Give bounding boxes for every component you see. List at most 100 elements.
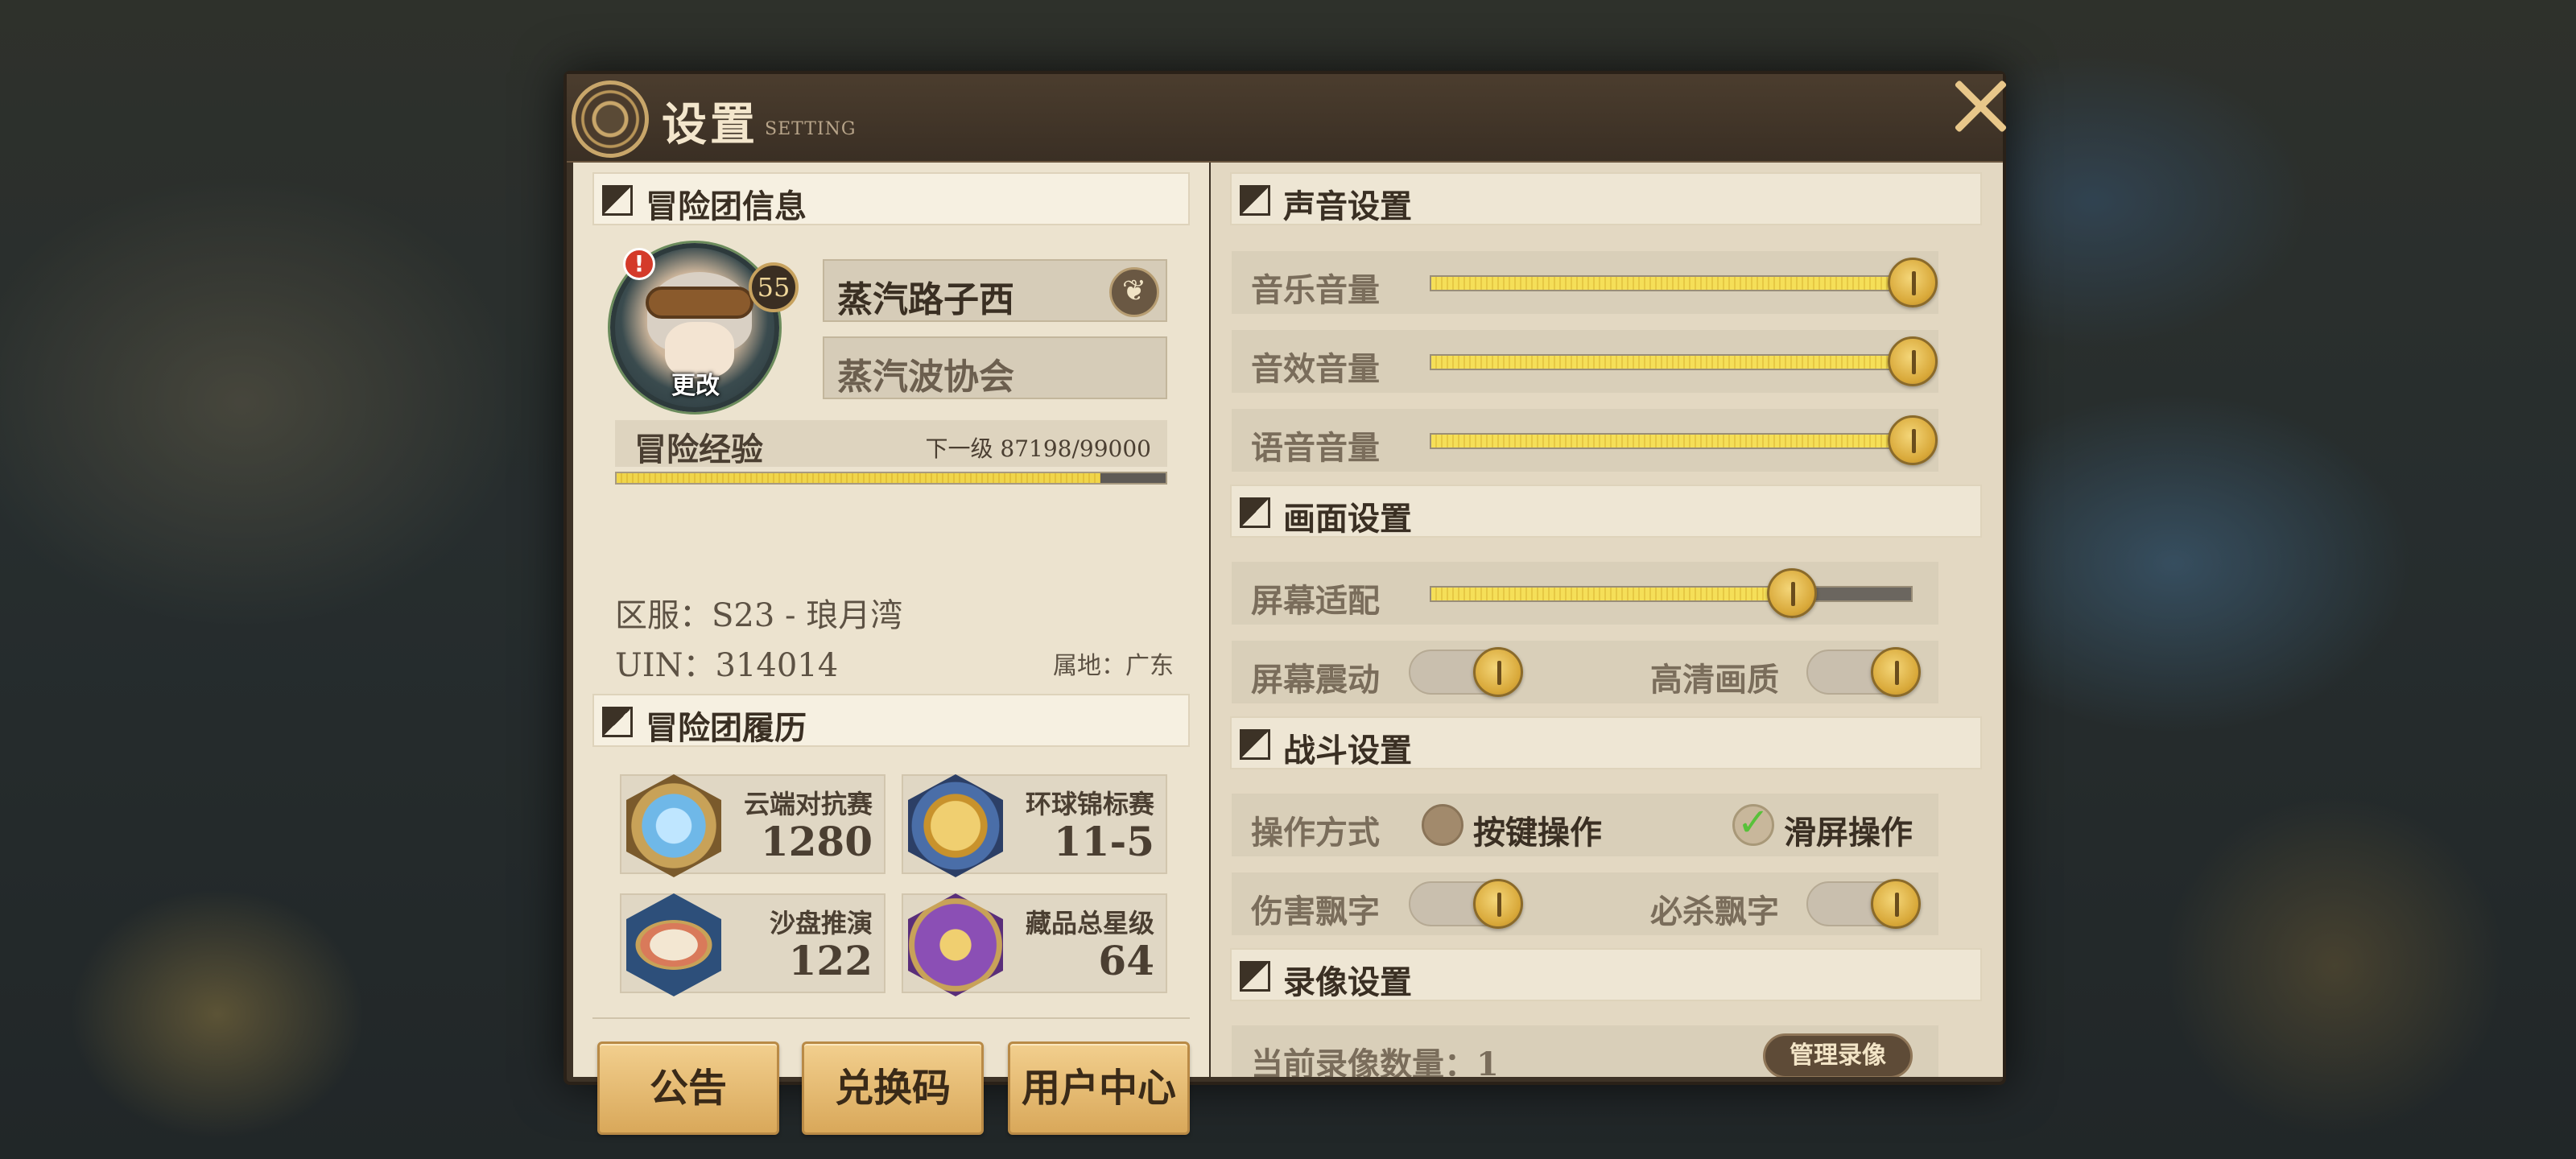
stat-value: 1280 xyxy=(760,818,873,865)
slider-knob[interactable] xyxy=(1888,258,1938,307)
manage-recordings-button[interactable]: 管理录像 xyxy=(1763,1033,1913,1077)
music-volume-slider[interactable] xyxy=(1430,275,1913,291)
crit-text-label: 必杀飘字 xyxy=(1650,893,1779,930)
section-title: 画面设置 xyxy=(1283,500,1412,538)
uin-info: UIN：314014 xyxy=(615,647,839,684)
section-marker-icon xyxy=(1240,185,1270,216)
slider-knob[interactable] xyxy=(1767,568,1817,618)
profile-panel: 冒险团信息 更改 ! 55 蒸汽路子西 ❦ 蒸汽波协会 冒险经验 下一级 871… xyxy=(573,163,1209,1135)
alert-icon: ! xyxy=(623,248,655,280)
guild-name-field: 蒸汽波协会 xyxy=(823,336,1167,399)
section-title: 声音设置 xyxy=(1283,188,1412,225)
voice-volume-row: 语音音量 xyxy=(1232,409,1938,472)
stat-value: 122 xyxy=(788,937,873,984)
slider-fill xyxy=(1431,356,1911,369)
redeem-code-button[interactable]: 兑换码 xyxy=(802,1041,984,1135)
toggle-knob xyxy=(1473,879,1523,929)
gear-icon xyxy=(572,80,649,158)
radio-buttons-mode[interactable] xyxy=(1422,804,1463,846)
section-header-sound: 声音设置 xyxy=(1230,172,1982,225)
section-header-history: 冒险团履历 xyxy=(592,694,1190,747)
section-marker-icon xyxy=(602,185,633,216)
voice-volume-slider[interactable] xyxy=(1430,433,1913,449)
section-header-recording: 录像设置 xyxy=(1230,948,1982,1001)
sfx-volume-row: 音效音量 xyxy=(1232,330,1938,393)
stat-label: 藏品总星级 xyxy=(1025,908,1154,938)
experience-progress-fill xyxy=(617,473,1100,483)
airship-icon xyxy=(626,893,721,996)
toggle-knob xyxy=(1871,647,1921,697)
level-badge: 55 xyxy=(749,262,799,312)
settings-dialog: 设置 SETTING 冒险团信息 更改 ! 55 蒸汽路子西 ❦ 蒸汽波协会 冒… xyxy=(564,71,2006,1135)
section-marker-icon xyxy=(602,707,633,737)
avatar-goggles xyxy=(646,287,753,319)
experience-progress-bar xyxy=(615,472,1167,485)
feather-edit-icon[interactable]: ❦ xyxy=(1109,267,1159,317)
stat-card-collection-stars[interactable]: 藏品总星级 64 xyxy=(902,893,1167,996)
player-name: 蒸汽路子西 xyxy=(837,279,1014,320)
stat-label: 沙盘推演 xyxy=(769,908,873,938)
control-mode-label: 操作方式 xyxy=(1251,814,1380,852)
checkmark-icon[interactable]: ✓ xyxy=(1732,803,1774,846)
stat-label: 环球锦标赛 xyxy=(1025,789,1154,819)
screen-shake-toggle[interactable] xyxy=(1409,647,1523,697)
recording-count-label: 当前录像数量：1 xyxy=(1251,1046,1499,1077)
slider-knob[interactable] xyxy=(1888,415,1938,465)
damage-text-label: 伤害飘字 xyxy=(1251,893,1380,930)
diamond-rank-icon xyxy=(626,774,721,877)
section-marker-icon xyxy=(1240,729,1270,760)
section-header-battle: 战斗设置 xyxy=(1230,716,1982,769)
window-subtitle: SETTING xyxy=(765,119,857,139)
screen-fit-row: 屏幕适配 xyxy=(1232,562,1938,625)
slider-fill xyxy=(1431,277,1911,290)
title-bar: 设置 SETTING xyxy=(567,74,2003,163)
control-mode-row: 操作方式 按键操作 ✓ 滑屏操作 xyxy=(1232,794,1938,856)
section-title: 冒险团信息 xyxy=(646,188,807,225)
damage-text-toggle[interactable] xyxy=(1409,879,1523,929)
stat-card-cloud-arena[interactable]: 云端对抗赛 1280 xyxy=(620,774,886,877)
hd-quality-label: 高清画质 xyxy=(1650,661,1779,699)
section-header-display: 画面设置 xyxy=(1230,485,1982,538)
screen-shake-label: 屏幕震动 xyxy=(1251,661,1380,699)
close-icon[interactable] xyxy=(1948,71,2013,135)
sfx-volume-slider[interactable] xyxy=(1430,354,1913,370)
voice-volume-label: 语音音量 xyxy=(1251,429,1380,467)
option-swipe-control[interactable]: 滑屏操作 xyxy=(1784,806,1913,853)
experience-next-level: 下一级 87198/99000 xyxy=(925,435,1151,462)
toggle-knob xyxy=(1473,647,1523,697)
section-marker-icon xyxy=(1240,497,1270,528)
change-avatar-label[interactable]: 更改 xyxy=(647,365,744,401)
music-volume-row: 音乐音量 xyxy=(1232,251,1938,314)
player-name-field: 蒸汽路子西 ❦ xyxy=(823,259,1167,322)
option-button-control[interactable]: 按键操作 xyxy=(1473,806,1602,853)
slider-fill xyxy=(1431,588,1791,600)
window-title: 设置 xyxy=(662,98,758,151)
hd-quality-toggle[interactable] xyxy=(1806,647,1921,697)
stat-value: 11-5 xyxy=(1053,818,1154,865)
section-title: 录像设置 xyxy=(1283,963,1412,1001)
divider xyxy=(592,1017,1190,1019)
stat-card-global-championship[interactable]: 环球锦标赛 11-5 xyxy=(902,774,1167,877)
stat-label: 云端对抗赛 xyxy=(743,789,873,819)
guild-name: 蒸汽波协会 xyxy=(837,357,1014,398)
stat-card-sandbox[interactable]: 沙盘推演 122 xyxy=(620,893,886,996)
music-volume-label: 音乐音量 xyxy=(1251,271,1380,309)
notice-button[interactable]: 公告 xyxy=(597,1041,779,1135)
sfx-volume-label: 音效音量 xyxy=(1251,350,1380,388)
shake-hd-row: 屏幕震动 高清画质 xyxy=(1232,641,1938,703)
screen-fit-label: 屏幕适配 xyxy=(1251,582,1380,620)
experience-box: 冒险经验 下一级 87198/99000 xyxy=(615,420,1167,468)
section-header-profile: 冒险团信息 xyxy=(592,172,1190,225)
experience-label: 冒险经验 xyxy=(634,431,763,468)
settings-panel: 声音设置 音乐音量 音效音量 语音音量 画面设置 屏幕适配 屏幕震动 高清画质 … xyxy=(1211,163,2003,1077)
screen-fit-slider[interactable] xyxy=(1430,586,1913,602)
server-info: 区服：S23 - 琅月湾 xyxy=(615,597,903,634)
crit-text-toggle[interactable] xyxy=(1806,879,1921,929)
trophy-icon xyxy=(908,893,1003,996)
slider-knob[interactable] xyxy=(1888,336,1938,386)
slider-fill xyxy=(1431,435,1911,448)
user-center-button[interactable]: 用户中心 xyxy=(1008,1041,1190,1135)
section-marker-icon xyxy=(1240,961,1270,992)
section-title: 战斗设置 xyxy=(1283,732,1412,769)
stat-value: 64 xyxy=(1098,937,1154,984)
